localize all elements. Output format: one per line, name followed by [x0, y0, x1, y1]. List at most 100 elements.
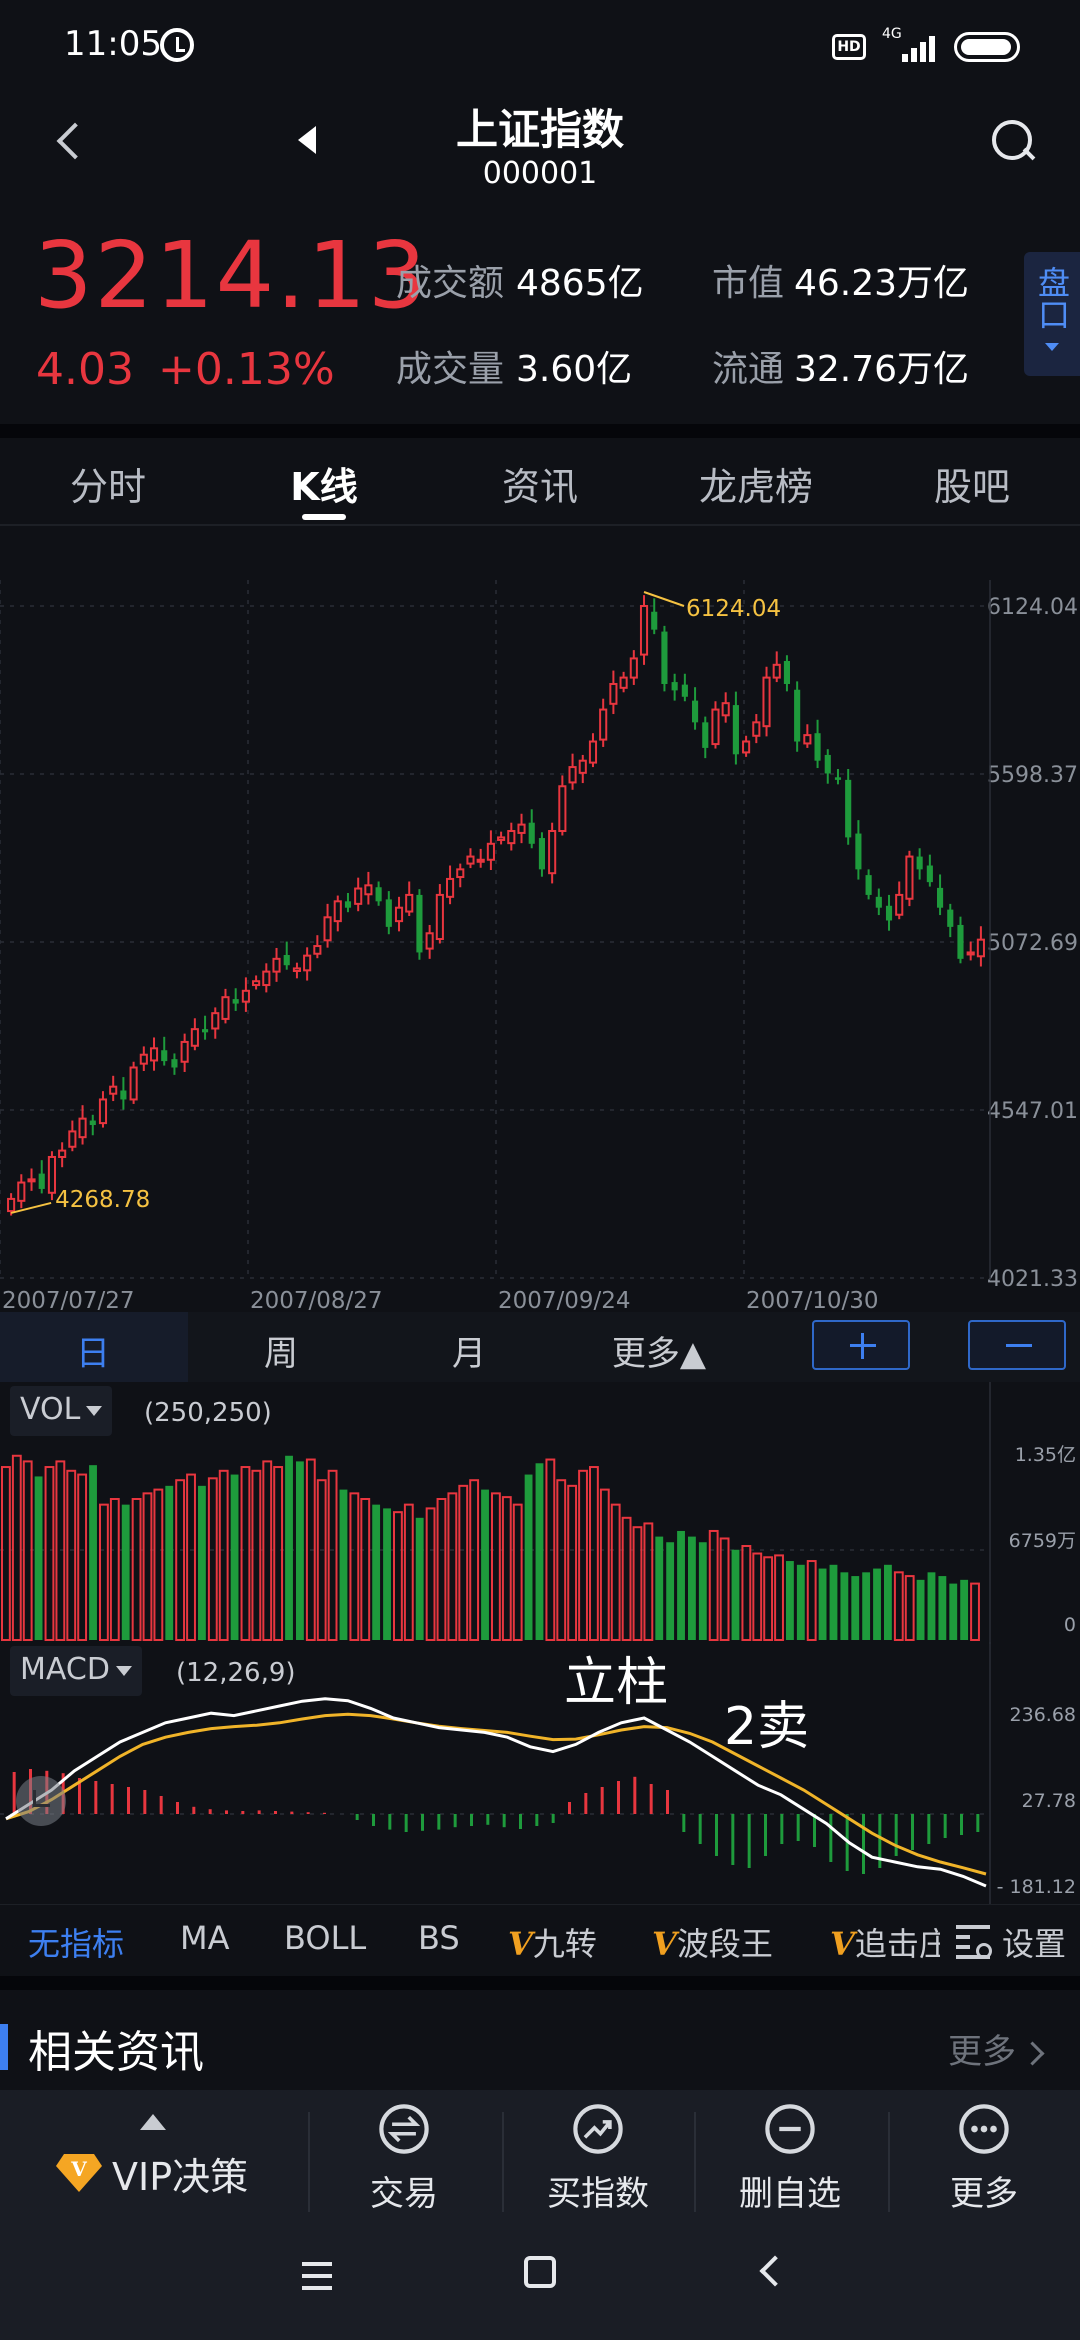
tab-news[interactable]: 资讯 [460, 456, 620, 511]
price-axis-label: 6124.04 [987, 595, 1078, 620]
news-more-link[interactable]: 更多 [948, 2024, 1041, 2073]
volume-bar [708, 1529, 719, 1642]
remove-watchlist-label: 删自选 [739, 2174, 841, 2214]
svg-text:V: V [70, 2157, 87, 2181]
candle-body [578, 759, 587, 774]
macd-axis-mid: 27.78 [1021, 1790, 1076, 1812]
candle-body [211, 1012, 220, 1030]
volume-bar [535, 1463, 544, 1640]
divider [0, 1976, 1080, 1990]
market-cap-label: 市值 [712, 263, 785, 304]
volume-bar [207, 1477, 218, 1641]
candle-body [323, 916, 332, 942]
candle-body [629, 657, 638, 679]
volume-bar [786, 1561, 794, 1640]
candle-body [517, 823, 526, 834]
indicator-boll[interactable]: BOLL [284, 1919, 366, 1957]
candle-body [109, 1085, 118, 1095]
candle-body [803, 734, 812, 745]
volume-bar [349, 1492, 360, 1641]
v-icon: V [652, 1925, 677, 1963]
back-button[interactable] [48, 120, 88, 160]
candle-body [651, 611, 658, 630]
indicator-boduanwang[interactable]: V波段王 [652, 1919, 773, 1965]
toolbar-divider [502, 2112, 504, 2212]
period-selector: 日 周 月 更多▲ [0, 1312, 1080, 1382]
indicator-jiuzhuan[interactable]: V九转 [508, 1919, 597, 1965]
more-button[interactable]: 更多 [904, 2104, 1064, 2215]
volume-bar [666, 1542, 675, 1640]
settings-label[interactable]: 设置 [1002, 1919, 1066, 1965]
volume-bar [752, 1552, 763, 1642]
volume-bar [818, 1568, 827, 1640]
hd-icon: HD [832, 34, 866, 60]
period-more[interactable]: 更多▲ [584, 1326, 734, 1375]
volume-bar [198, 1485, 206, 1640]
home-icon[interactable] [524, 2256, 556, 2288]
menu-icon[interactable] [302, 2262, 332, 2290]
tab-bar: 分时 K线 资讯 龙虎榜 股吧 [0, 438, 1080, 524]
candle-body [794, 689, 801, 742]
toolbar-divider [308, 2112, 310, 2212]
vol-selector[interactable]: VOL [10, 1386, 113, 1436]
macd-selector[interactable]: MACD [10, 1646, 142, 1696]
volume-bar [240, 1466, 251, 1642]
current-price: 3214.13 [34, 222, 429, 329]
volume-bar [927, 1572, 936, 1640]
volume-bar [862, 1572, 871, 1640]
indicator-bs[interactable]: BS [418, 1919, 460, 1957]
period-day[interactable]: 日 [18, 1326, 168, 1375]
volume-bar [403, 1503, 414, 1641]
indicator-ma[interactable]: MA [180, 1919, 230, 1957]
settings-icon[interactable] [956, 1925, 992, 1959]
indicator-zhuijizhuang[interactable]: V追击庄 [830, 1919, 940, 1965]
expand-up-icon[interactable] [140, 2114, 166, 2130]
float-cap-label: 流通 [712, 349, 785, 390]
period-month[interactable]: 月 [394, 1326, 544, 1375]
volume-bar [655, 1536, 664, 1640]
volume-bar [688, 1536, 696, 1640]
candle-body [202, 1029, 209, 1033]
candle-body [497, 836, 506, 841]
vip-decision-button[interactable]: VIP决策 [112, 2146, 248, 2201]
candle-body [692, 700, 699, 723]
candle-body [241, 989, 250, 1003]
previous-stock-icon[interactable] [298, 126, 316, 154]
macd-selector-label: MACD [20, 1652, 110, 1687]
date-axis-label: 2007/09/24 [498, 1288, 631, 1314]
buy-index-label: 买指数 [547, 2174, 649, 2214]
candle-body [905, 855, 914, 900]
candle-body [190, 1028, 199, 1047]
kline-chart[interactable]: 6124.04 5598.37 5072.69 4547.01 4021.33 2007/… [0, 580, 1080, 1316]
candle-body [538, 838, 545, 870]
tab-longhubang[interactable]: 龙虎榜 [676, 456, 836, 511]
indicator-none[interactable]: 无指标 [28, 1919, 124, 1965]
candle-body [303, 954, 312, 972]
zoom-in-button[interactable] [812, 1320, 910, 1370]
market-cap-value: 46.23万亿 [794, 263, 970, 304]
volume-label: 成交量 [396, 349, 505, 390]
signal-icon [902, 32, 942, 62]
remove-watchlist-button[interactable]: 删自选 [710, 2104, 870, 2215]
vol-axis-max: 1.35亿 [1014, 1444, 1076, 1466]
tab-guba[interactable]: 股吧 [892, 456, 1052, 511]
zoom-out-button[interactable] [968, 1320, 1066, 1370]
macd-chart[interactable] [0, 1642, 1080, 1904]
candle-body [772, 663, 781, 679]
tab-fenshi[interactable]: 分时 [28, 456, 188, 511]
search-icon[interactable] [990, 118, 1036, 164]
vol-selector-label: VOL [20, 1392, 81, 1427]
exchange-icon [379, 2104, 429, 2154]
volume-bar [175, 1479, 186, 1641]
collapse-icon[interactable] [16, 1776, 66, 1826]
max-marker-line [643, 591, 685, 607]
candle-body [845, 779, 852, 838]
pankou-button[interactable]: 盘口 [1024, 252, 1080, 376]
period-week[interactable]: 周 [206, 1326, 356, 1375]
volume-bar [66, 1469, 77, 1641]
trade-button[interactable]: 交易 [324, 2104, 484, 2215]
tab-kline[interactable]: K线 [244, 456, 404, 511]
buy-index-button[interactable]: 买指数 [518, 2104, 678, 2215]
divider [0, 424, 1080, 438]
candle-body [507, 830, 516, 845]
